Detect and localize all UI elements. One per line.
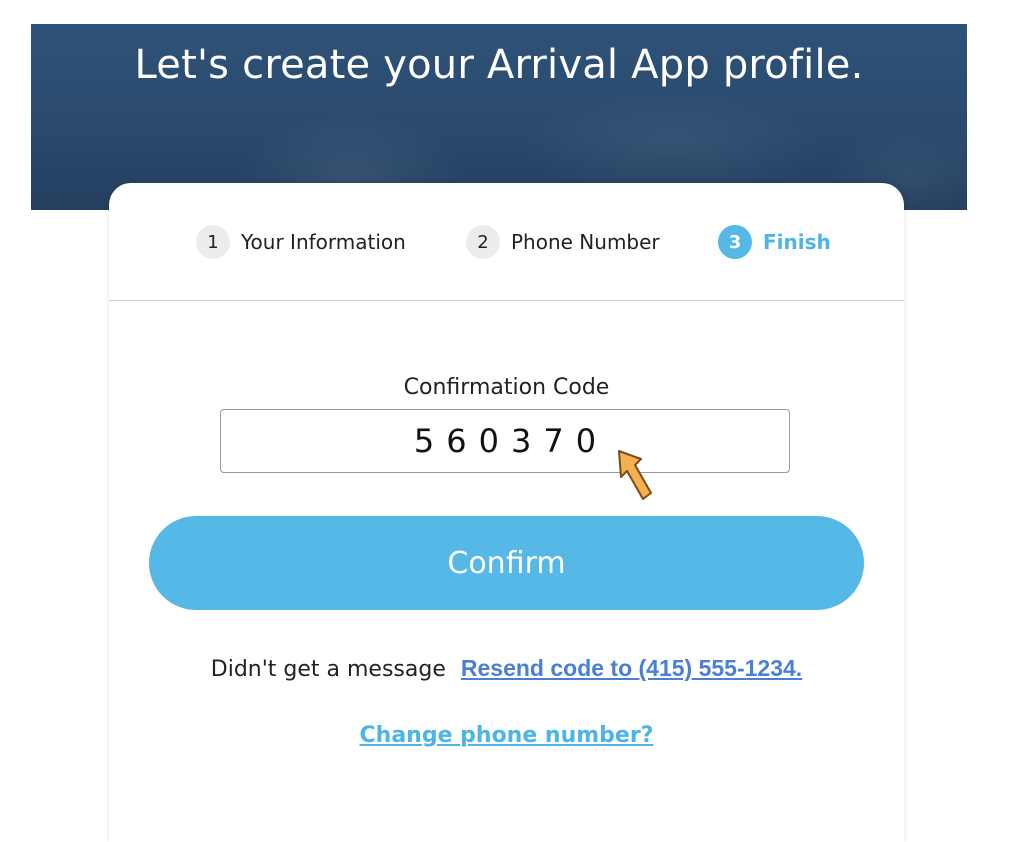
step-label-finish: Finish bbox=[763, 230, 831, 254]
step-indicator: 1 Your Information 2 Phone Number 3 Fini… bbox=[109, 183, 904, 301]
confirm-button[interactable]: Confirm bbox=[149, 516, 864, 610]
signup-card: 1 Your Information 2 Phone Number 3 Fini… bbox=[109, 183, 904, 842]
step-number-2: 2 bbox=[466, 225, 500, 259]
confirmation-code-label: Confirmation Code bbox=[403, 375, 610, 400]
confirmation-code-input[interactable] bbox=[220, 409, 790, 473]
step-finish: 3 Finish bbox=[718, 225, 831, 259]
step-your-information: 1 Your Information bbox=[196, 225, 406, 259]
resend-prompt: Didn't get a message bbox=[210, 657, 446, 682]
page: Let's create your Arrival App profile. 1… bbox=[0, 0, 1010, 842]
step-number-3: 3 bbox=[718, 225, 752, 259]
step-label-your-information: Your Information bbox=[241, 230, 406, 254]
change-phone-row: Change phone number? bbox=[109, 723, 904, 748]
step-label-phone-number: Phone Number bbox=[511, 230, 660, 254]
resend-code-link[interactable]: Resend code to (415) 555-1234. bbox=[461, 655, 802, 681]
change-phone-link[interactable]: Change phone number? bbox=[360, 723, 654, 748]
resend-row: Didn't get a message Resend code to (415… bbox=[109, 655, 904, 682]
step-phone-number: 2 Phone Number bbox=[466, 225, 660, 259]
page-title: Let's create your Arrival App profile. bbox=[134, 42, 864, 88]
step-number-1: 1 bbox=[196, 225, 230, 259]
